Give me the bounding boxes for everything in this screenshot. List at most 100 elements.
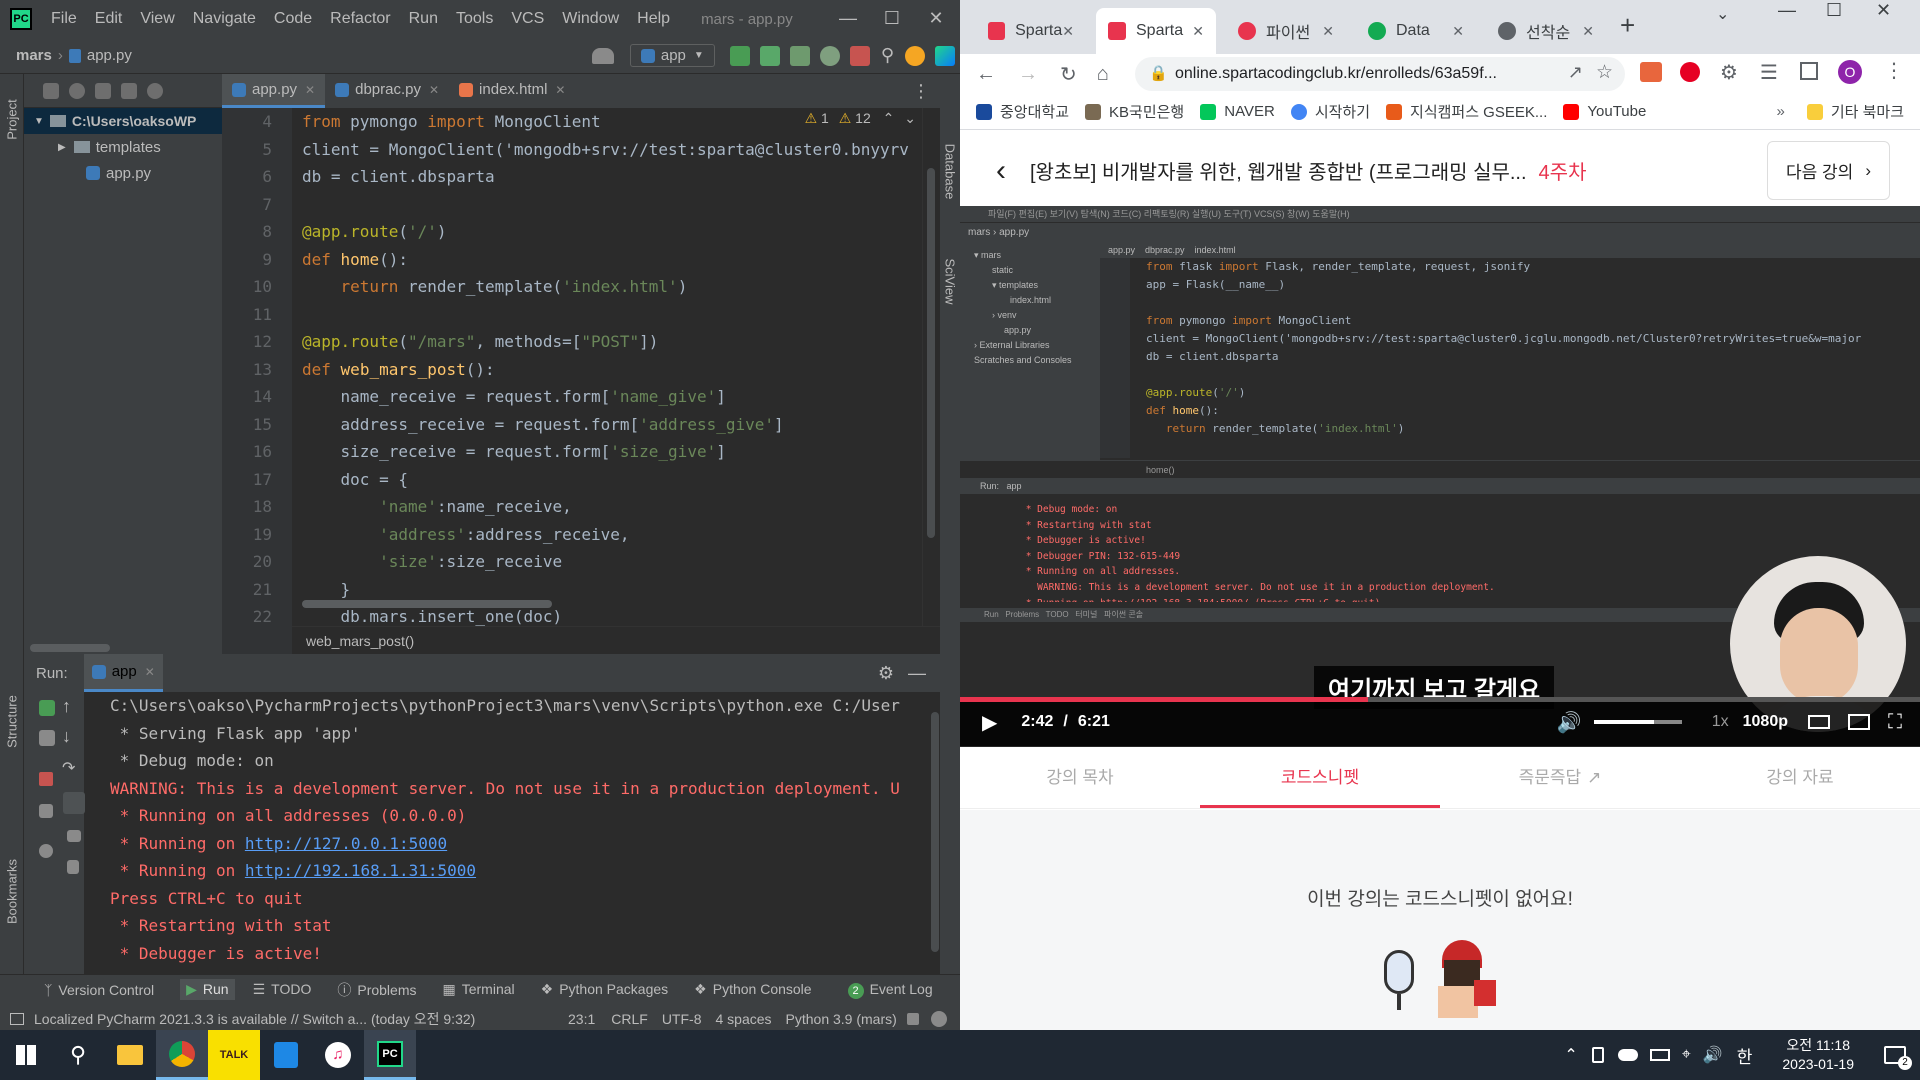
stop-icon[interactable] (849, 45, 870, 66)
editor-scrollbar[interactable] (922, 108, 940, 626)
kakaotalk-icon[interactable]: TALK (208, 1030, 260, 1080)
horizontal-scrollbar[interactable] (30, 644, 110, 652)
browser-tab[interactable]: Data ✕ (1356, 8, 1476, 54)
menu-help[interactable]: Help (628, 10, 679, 28)
extension-icon[interactable] (1640, 62, 1662, 82)
close-icon[interactable]: ✕ (145, 665, 155, 679)
tree-item-app-py[interactable]: app.py (24, 160, 222, 186)
user-icon[interactable] (591, 47, 614, 64)
close-icon[interactable]: ✕ (914, 0, 958, 38)
tab-app-py[interactable]: app.py ✕ (222, 74, 326, 108)
console-url-link[interactable]: http://192.168.1.31:5000 (245, 861, 476, 880)
inspection-widget[interactable]: ⚠ 1 ⚠ 12 ⌃ ⌄ (805, 110, 916, 127)
maximize-icon[interactable]: ☐ (1826, 0, 1842, 21)
other-bookmarks[interactable]: 기타 북마크 (1806, 101, 1904, 122)
forward-icon[interactable]: → (1018, 63, 1038, 86)
bookmark-item[interactable]: 지식캠퍼스 GSEEK... (1386, 101, 1547, 122)
menu-file[interactable]: File (42, 10, 86, 28)
bookmark-item[interactable]: NAVER (1200, 103, 1275, 120)
onedrive-icon[interactable] (1617, 1049, 1638, 1061)
run-config-select[interactable]: app ▼ (629, 44, 715, 67)
minimize-icon[interactable]: — (826, 0, 870, 38)
volume-icon[interactable]: 🔊 (1557, 710, 1582, 735)
tab-qna[interactable]: 즉문즉답 ↗ (1440, 747, 1680, 808)
python-console-tool-button[interactable]: ❖ Python Console (694, 981, 811, 998)
file-encoding[interactable]: UTF-8 (662, 1011, 702, 1027)
python-packages-tool-button[interactable]: ❖ Python Packages (541, 981, 669, 998)
chrome-icon[interactable] (156, 1030, 208, 1080)
share-icon[interactable]: ↗ (1568, 62, 1583, 83)
problems-tool-button[interactable]: ⓘ Problems (337, 980, 416, 1000)
bookmark-item[interactable]: KB국민은행 (1085, 101, 1184, 122)
structure-tool-button[interactable]: Structure (5, 684, 20, 760)
close-icon[interactable]: ✕ (555, 83, 565, 97)
search-icon[interactable]: ⚲ (881, 45, 894, 66)
wifi-icon[interactable]: ⌖ (1682, 1046, 1691, 1064)
minimize-icon[interactable]: — (1778, 0, 1796, 21)
rerun-icon[interactable] (39, 700, 55, 716)
tree-item-templates[interactable]: ▶ templates (24, 134, 222, 160)
breadcrumb-project[interactable]: mars (16, 47, 52, 64)
hide-panel-icon[interactable]: — (908, 663, 926, 684)
tab-dbprac-py[interactable]: dbprac.py ✕ (325, 74, 449, 108)
close-icon[interactable]: ✕ (429, 83, 439, 97)
console-scrollbar[interactable] (930, 692, 940, 974)
database-tool-button[interactable]: Database (943, 136, 958, 208)
locate-icon[interactable] (69, 82, 85, 99)
coverage-icon[interactable] (789, 45, 810, 66)
tab-code-snippet[interactable]: 코드스니펫 (1200, 747, 1440, 808)
debug-icon[interactable] (759, 45, 780, 66)
rerun-icon[interactable] (729, 45, 750, 66)
browser-tab[interactable]: Sparta ✕ (976, 8, 1086, 54)
tab-index-html[interactable]: index.html ✕ (449, 74, 575, 108)
close-icon[interactable]: ✕ (1322, 23, 1334, 40)
wrench-icon[interactable] (39, 730, 55, 746)
menu-window[interactable]: Window (553, 10, 628, 28)
menu-code[interactable]: Code (265, 10, 321, 28)
tab-lecture-materials[interactable]: 강의 자료 (1680, 747, 1920, 808)
media-icon[interactable]: ☰ (1760, 60, 1778, 85)
menu-vcs[interactable]: VCS (502, 10, 553, 28)
new-tab-button[interactable]: + (1620, 10, 1635, 41)
bookmark-item[interactable]: YouTube (1563, 103, 1646, 120)
scroll-to-end-icon[interactable] (63, 792, 85, 814)
reload-icon[interactable]: ↻ (1060, 62, 1077, 87)
console-url-link[interactable]: http://127.0.0.1:5000 (245, 834, 447, 853)
battery-icon[interactable] (1649, 1049, 1670, 1061)
tab-lecture-list[interactable]: 강의 목차 (960, 747, 1200, 808)
back-icon[interactable]: ← (976, 63, 996, 86)
update-icon[interactable] (905, 45, 925, 66)
version-control-button[interactable]: ᛉ Version Control (44, 982, 154, 998)
gear-icon[interactable] (147, 82, 163, 99)
play-icon[interactable]: ▶ (982, 710, 997, 735)
close-icon[interactable]: ✕ (305, 83, 315, 97)
pinterest-icon[interactable] (1680, 62, 1700, 82)
bookmarks-tool-button[interactable]: Bookmarks (5, 852, 20, 932)
chevron-up-icon[interactable]: ⌃ (883, 110, 895, 126)
status-message[interactable]: Localized PyCharm 2021.3.3 is available … (34, 1009, 554, 1029)
progress-track[interactable] (960, 697, 1920, 702)
browser-tab[interactable]: 파이썬 ✕ (1226, 8, 1346, 54)
function-crumb[interactable]: web_mars_post() (306, 633, 414, 649)
gear-icon[interactable]: ⚙ (878, 663, 894, 684)
horizontal-scrollbar[interactable] (302, 600, 552, 608)
back-chevron-icon[interactable]: ‹ (996, 154, 1006, 188)
close-icon[interactable]: ✕ (1452, 23, 1464, 40)
caret-position[interactable]: 23:1 (568, 1011, 595, 1027)
print-icon[interactable] (67, 830, 81, 842)
pip-icon[interactable] (1848, 714, 1870, 730)
arrow-up-icon[interactable]: ↑ (62, 696, 71, 717)
breadcrumb-file[interactable]: app.py (87, 47, 132, 64)
line-separator[interactable]: CRLF (611, 1011, 648, 1027)
volume-slider[interactable] (1593, 720, 1682, 724)
menu-edit[interactable]: Edit (86, 10, 132, 28)
ime-indicator[interactable]: 한 (1737, 1043, 1753, 1068)
video-player[interactable]: 파일(F) 편집(E) 보기(V) 탐색(N) 코드(C) 리팩토링(R) 실행… (960, 206, 1920, 746)
address-bar[interactable]: 🔒 online.spartacodingclub.kr/enrolleds/6… (1135, 57, 1625, 91)
console-link-line[interactable]: * Running on http://127.0.0.1:5000 (110, 830, 930, 858)
menu-refactor[interactable]: Refactor (321, 10, 399, 28)
run-console[interactable]: C:\Users\oakso\PycharmProjects\pythonPro… (110, 692, 930, 974)
todo-tool-button[interactable]: ☰ TODO (253, 981, 312, 998)
captions-icon[interactable] (1808, 715, 1830, 729)
project-view-icon[interactable] (43, 82, 59, 99)
